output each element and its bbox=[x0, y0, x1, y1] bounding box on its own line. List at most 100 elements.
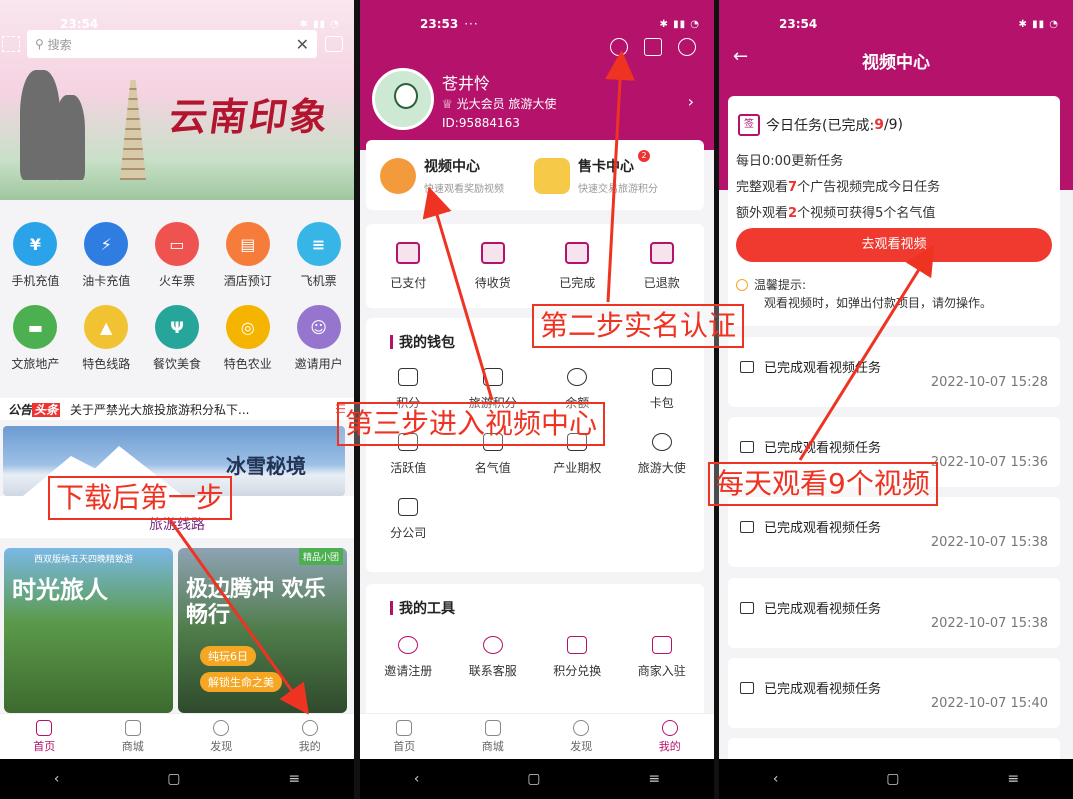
tools-grid: 邀请注册 联系客服 积分兑换 商家入驻 bbox=[366, 636, 704, 679]
grid-label: 油卡充值 bbox=[82, 274, 131, 288]
tab-mall[interactable]: 商城 bbox=[89, 714, 178, 759]
tool-item[interactable]: 商家入驻 bbox=[620, 636, 705, 679]
member-level: ♕ 光大会员 旅游大使 bbox=[442, 97, 557, 111]
tool-item[interactable]: 积分兑换 bbox=[535, 636, 620, 679]
watch-video-button[interactable]: 去观看视频 bbox=[736, 228, 1052, 262]
scan-icon[interactable] bbox=[2, 36, 20, 52]
order-refund[interactable]: 已退款 bbox=[644, 241, 680, 291]
tab-mall[interactable]: 商城 bbox=[449, 714, 538, 759]
video-center-screen: 23:54 ✱ ▮▮ ◔ ← 视频中心 签 今日任务(已完成: 9/9) 每日0:0… bbox=[719, 0, 1073, 799]
search-placeholder: 搜索 bbox=[47, 37, 72, 52]
task-line: 额外观看2个视频可获得5个名气值 bbox=[736, 202, 935, 221]
message-icon[interactable] bbox=[644, 38, 662, 56]
menu-nav-icon[interactable]: ≡ bbox=[1007, 771, 1019, 787]
diamond-icon[interactable] bbox=[610, 38, 628, 56]
task-header: 签 今日任务(已完成: 9/9) bbox=[738, 114, 903, 136]
grid-item[interactable]: ◎ 特色农业 bbox=[212, 305, 283, 372]
tool-item[interactable]: 联系客服 bbox=[451, 636, 536, 679]
tab-home[interactable]: 首页 bbox=[360, 714, 449, 759]
wallet-item[interactable]: 分公司 bbox=[366, 498, 451, 541]
wallet-item[interactable]: 卡包 bbox=[620, 368, 705, 411]
grid-item[interactable]: ▭ 火车票 bbox=[142, 222, 213, 289]
record-text: 已完成观看视频任务 bbox=[764, 441, 882, 456]
tab-label: 商城 bbox=[481, 739, 504, 753]
grid-label: 餐饮美食 bbox=[152, 357, 201, 371]
back-nav-icon[interactable]: ‹ bbox=[54, 771, 60, 787]
route-card[interactable]: 精品小团 极边腾冲 欢乐畅行 纯玩6日 解锁生命之美 bbox=[178, 548, 347, 713]
record-title: 已完成观看视频任务 bbox=[740, 598, 881, 617]
task-card: 签 今日任务(已完成: 9/9) 每日0:00更新任务 完整观看7个广告视频完成今… bbox=[728, 96, 1060, 326]
grid-item[interactable]: ⚡ 油卡充值 bbox=[71, 222, 142, 289]
entry-box: 视频中心 快速观看奖励视频 售卡中心 快速交易旅游积分 2 bbox=[366, 140, 704, 210]
person-icon bbox=[301, 719, 318, 736]
record-date: 2022-10-07 15:38 bbox=[930, 535, 1048, 550]
route-card[interactable]: 西双版纳五天四晚精致游 时光旅人 bbox=[4, 548, 173, 713]
tab-discover[interactable]: 发现 bbox=[177, 714, 266, 759]
clear-icon[interactable]: ✕ bbox=[296, 35, 309, 54]
location-icon bbox=[651, 433, 672, 451]
tab-home[interactable]: 首页 bbox=[0, 714, 89, 759]
annotation-step2: 第二步实名认证 bbox=[532, 304, 745, 348]
task-done-count: 9 bbox=[874, 117, 884, 133]
home-nav-icon[interactable]: ▢ bbox=[886, 771, 899, 787]
wallet-item[interactable]: 旅游大使 bbox=[620, 433, 705, 476]
record-title: 已完成观看视频任务 bbox=[740, 517, 881, 536]
record-text: 已完成观看视频任务 bbox=[764, 521, 882, 536]
video-icon bbox=[740, 440, 754, 453]
grid-item[interactable]: ¥ 手机充值 bbox=[0, 222, 71, 289]
back-nav-icon[interactable]: ‹ bbox=[414, 771, 420, 787]
avatar[interactable] bbox=[372, 68, 434, 130]
search-input[interactable]: ⚲ 搜索 ✕ bbox=[27, 30, 317, 58]
grid-item[interactable]: ☺ 邀请用户 bbox=[283, 305, 354, 372]
status-dots: ··· bbox=[464, 17, 479, 31]
grid-item[interactable]: ▬ 文旅地产 bbox=[0, 305, 71, 372]
card-title: 极边腾冲 欢乐畅行 bbox=[186, 576, 326, 629]
back-nav-icon[interactable]: ‹ bbox=[773, 771, 779, 787]
user-icon: ☺ bbox=[296, 305, 341, 349]
sell-card-entry[interactable]: 售卡中心 快速交易旅游积分 bbox=[534, 156, 658, 195]
tab-label: 我的 bbox=[658, 739, 681, 753]
hotel-icon: ▤ bbox=[225, 222, 270, 266]
status-time: 23:54 bbox=[779, 17, 818, 31]
grid-item[interactable]: ≡ 飞机票 bbox=[283, 222, 354, 289]
task-line: 每日0:00更新任务 bbox=[736, 154, 844, 169]
status-icons: ✱ ▮▮ ◔ bbox=[659, 18, 700, 30]
video-center-entry[interactable]: 视频中心 快速观看奖励视频 bbox=[380, 156, 504, 195]
notice-bar[interactable]: 公告 头条 关于严禁光大旅投旅游积分私下... ☰ bbox=[0, 398, 354, 420]
notice-text: 关于严禁光大旅投旅游积分私下... bbox=[70, 402, 250, 417]
tab-label: 商城 bbox=[121, 739, 144, 753]
shop-icon: ▬ bbox=[13, 305, 58, 349]
chevron-right-icon[interactable]: › bbox=[688, 92, 694, 111]
video-icon bbox=[740, 601, 754, 614]
card-tag: 解锁生命之美 bbox=[200, 672, 282, 692]
grid-item[interactable]: ▤ 酒店预订 bbox=[212, 222, 283, 289]
record-date: 2022-10-07 15:28 bbox=[930, 375, 1048, 390]
order-paid[interactable]: 已支付 bbox=[390, 241, 426, 291]
record-item: 已完成观看视频任务 2022-10-07 15:38 bbox=[728, 578, 1060, 648]
tab-label: 发现 bbox=[570, 739, 593, 753]
notice-tag-b: 头条 bbox=[32, 402, 61, 417]
invite-icon bbox=[398, 636, 419, 654]
gear-icon[interactable] bbox=[678, 38, 696, 56]
refund-icon bbox=[649, 241, 674, 264]
tool-item[interactable]: 邀请注册 bbox=[366, 636, 451, 679]
system-nav-bar: ‹ ▢ ≡ bbox=[0, 759, 354, 799]
tab-discover[interactable]: 发现 bbox=[537, 714, 626, 759]
order-done[interactable]: 已完成 bbox=[559, 241, 595, 291]
grid-item[interactable]: ▲ 特色线路 bbox=[71, 305, 142, 372]
tab-mine[interactable]: 我的 bbox=[266, 714, 355, 759]
menu-nav-icon[interactable]: ≡ bbox=[648, 771, 660, 787]
tab-mine[interactable]: 我的 bbox=[626, 714, 715, 759]
order-pending[interactable]: 待收货 bbox=[475, 241, 511, 291]
home-nav-icon[interactable]: ▢ bbox=[527, 771, 540, 787]
annotation-step1: 下载后第一步 bbox=[48, 476, 233, 520]
menu-nav-icon[interactable]: ≡ bbox=[288, 771, 300, 787]
task-title: 今日任务(已完成: bbox=[766, 118, 875, 134]
search-icon: ⚲ bbox=[35, 37, 48, 51]
grid-item[interactable]: Ψ 餐饮美食 bbox=[142, 305, 213, 372]
message-icon[interactable] bbox=[325, 36, 343, 52]
grid-label: 邀请用户 bbox=[294, 357, 343, 371]
task-line-number: 2 bbox=[788, 206, 798, 221]
home-nav-icon[interactable]: ▢ bbox=[167, 771, 180, 787]
record-item: 已完成观看视频任务 2022-10-07 15:28 bbox=[728, 337, 1060, 407]
